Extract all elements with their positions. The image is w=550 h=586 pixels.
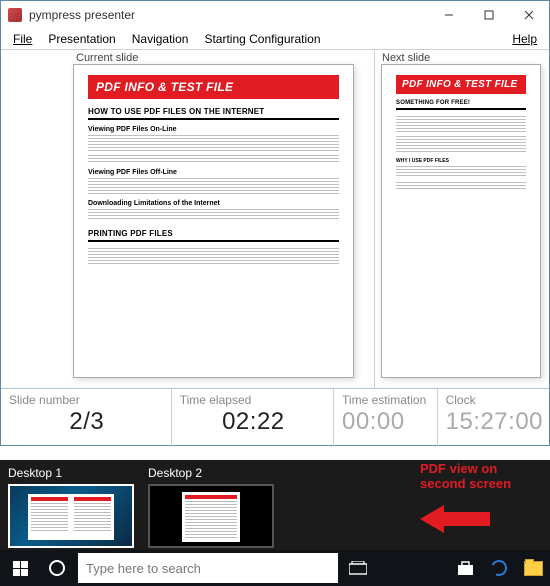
slide-text (396, 116, 526, 132)
status-label: Time elapsed (180, 393, 327, 407)
annotation-arrow-icon (420, 502, 490, 536)
menu-file[interactable]: File (5, 30, 40, 48)
menu-navigation[interactable]: Navigation (124, 30, 197, 48)
minimize-button[interactable] (429, 1, 469, 29)
slide-heading: SOMETHING FOR FREE! (396, 100, 526, 110)
desktop-label: Desktop 2 (148, 466, 274, 480)
annotation-text: PDF view onsecond screen (420, 462, 540, 492)
maximize-button[interactable] (469, 1, 509, 29)
cortana-button[interactable] (40, 550, 74, 586)
window-title: pympress presenter (29, 8, 429, 22)
slide-banner: PDF INFO & TEST FILE (88, 75, 339, 99)
desktop-1[interactable]: Desktop 1 (8, 466, 134, 548)
status-label: Slide number (9, 393, 165, 407)
next-slide-label: Next slide (379, 52, 433, 64)
slide-text (88, 209, 339, 221)
menu-presentation[interactable]: Presentation (40, 30, 123, 48)
slide-text (88, 178, 339, 194)
next-slide[interactable]: PDF INFO & TEST FILE SOMETHING FOR FREE!… (381, 64, 541, 378)
slides-area: Current slide PDF INFO & TEST FILE HOW T… (1, 50, 549, 389)
status-label: Clock (446, 393, 543, 407)
folder-icon (524, 561, 543, 576)
slide-text (88, 248, 339, 264)
slide-subheading: Viewing PDF Files On-Line (88, 126, 339, 133)
store-icon (457, 560, 474, 576)
cortana-icon (49, 560, 65, 576)
slide-text (88, 135, 339, 151)
status-value: 15:27:00 (446, 409, 543, 434)
status-value: 2/3 (9, 409, 165, 434)
file-explorer-button[interactable] (516, 550, 550, 586)
search-placeholder: Type here to search (86, 561, 201, 576)
desktop-label: Desktop 1 (8, 466, 134, 480)
menu-starting-configuration[interactable]: Starting Configuration (196, 30, 328, 48)
slide-text (396, 166, 526, 178)
status-time-elapsed[interactable]: Time elapsed 02:22 (172, 389, 334, 447)
status-bar: Slide number 2/3 Time elapsed 02:22 Time… (1, 389, 549, 447)
menu-help[interactable]: Help (504, 30, 545, 48)
status-label: Time estimation (342, 393, 431, 407)
status-clock[interactable]: Clock 15:27:00 (438, 389, 549, 447)
status-value: 02:22 (180, 409, 327, 434)
status-time-estimation[interactable]: Time estimation 00:00 (334, 389, 438, 447)
system-tray (448, 550, 550, 586)
slide-subheading: WHY I USE PDF FILES (396, 158, 526, 164)
slide-heading: PRINTING PDF FILES (88, 229, 339, 242)
task-view-button[interactable] (338, 550, 378, 586)
slide-subheading: Viewing PDF Files Off-Line (88, 169, 339, 176)
current-slide[interactable]: PDF INFO & TEST FILE HOW TO USE PDF FILE… (73, 64, 354, 378)
slide-text (396, 182, 526, 190)
app-window: pympress presenter File Presentation Nav… (0, 0, 550, 446)
windows-logo-icon (13, 561, 28, 576)
taskbar: Type here to search (0, 550, 550, 586)
status-slide-number[interactable]: Slide number 2/3 (1, 389, 172, 447)
slide-text (88, 155, 339, 163)
app-icon (1, 1, 29, 29)
desktop-thumbnail[interactable] (8, 484, 134, 548)
start-button[interactable] (0, 550, 40, 586)
close-button[interactable] (509, 1, 549, 29)
next-slide-pane: Next slide PDF INFO & TEST FILE SOMETHIN… (374, 50, 549, 388)
status-value: 00:00 (342, 409, 431, 434)
desktop-2[interactable]: Desktop 2 (148, 466, 274, 548)
desktop-thumbnail[interactable] (148, 484, 274, 548)
search-input[interactable]: Type here to search (78, 553, 338, 583)
slide-text (396, 136, 526, 152)
titlebar: pympress presenter (1, 1, 549, 29)
store-button[interactable] (448, 550, 482, 586)
current-slide-pane: Current slide PDF INFO & TEST FILE HOW T… (1, 50, 374, 388)
current-slide-label: Current slide (73, 52, 141, 64)
slide-subheading: Downloading Limitations of the Internet (88, 200, 339, 207)
slide-banner: PDF INFO & TEST FILE (396, 75, 526, 94)
slide-heading: HOW TO USE PDF FILES ON THE INTERNET (88, 107, 339, 120)
edge-button[interactable] (482, 550, 516, 586)
task-view-icon (349, 561, 367, 575)
menubar: File Presentation Navigation Starting Co… (1, 29, 549, 50)
edge-icon (489, 558, 510, 579)
